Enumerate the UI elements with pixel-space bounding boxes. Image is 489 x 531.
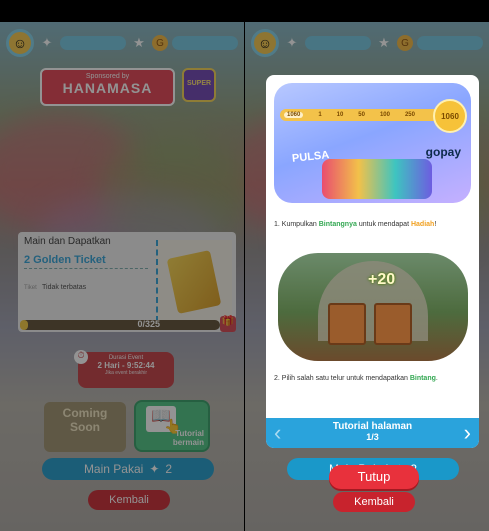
step1-prize: Hadiah (410, 221, 435, 228)
score-start: 1060 (284, 112, 304, 118)
prev-page-chevron-icon[interactable]: ‹ (274, 422, 281, 444)
score-mark: 50 (358, 112, 365, 118)
gift-boxes-illustration (322, 159, 432, 199)
tutorial-pager: ‹ Tutorial halaman 1/3 › (266, 418, 479, 448)
egg-crate-icon (328, 303, 366, 345)
egg-crate-icon (374, 303, 412, 345)
tutorial-step-2: 2. Pilih salah satu telur untuk mendapat… (274, 375, 474, 382)
step2-star: Bintang (409, 375, 436, 382)
status-bar (0, 0, 244, 22)
score-mark: 10 (336, 112, 344, 118)
step2-suffix: . (435, 375, 438, 382)
eggs-illustration: +20 (278, 253, 468, 361)
gopay-label: gopay (425, 145, 461, 159)
tutorial-step-1: 1. Kumpulkan Bintangnya untuk mendapat H… (274, 221, 474, 228)
pager-title: Tutorial halaman (332, 421, 413, 432)
step1-star: Bintangnya (318, 221, 357, 228)
status-bar (245, 0, 489, 22)
tutup-button[interactable]: Tutup (329, 465, 419, 489)
rewards-illustration: 1060 1 10 50 100 250 1060 PULSA gopay (274, 83, 471, 203)
plus-twenty-label: +20 (368, 271, 396, 288)
score-mark: 250 (404, 112, 415, 118)
score-mark: 1 (318, 112, 322, 118)
dim-overlay (0, 22, 244, 531)
tutorial-modal: 1060 1 10 50 100 250 1060 PULSA gopay 1.… (266, 75, 479, 448)
game-screen-left: ☺ ✦ ★ G Sponsored by HANAMASA SUPER Main… (0, 0, 244, 531)
star-badge-icon: 1060 (433, 99, 467, 133)
score-mark: 100 (379, 112, 390, 118)
step1-mid: untuk mendapat (356, 221, 411, 228)
step1-prefix: 1. Kumpulkan (274, 221, 319, 228)
pager-page: 1/3 (366, 432, 379, 442)
next-page-chevron-icon[interactable]: › (464, 422, 471, 444)
step2-prefix: 2. Pilih salah satu telur untuk mendapat… (274, 375, 410, 382)
step1-suffix: ! (434, 221, 437, 228)
kembali-button-right: Kembali (333, 492, 415, 512)
